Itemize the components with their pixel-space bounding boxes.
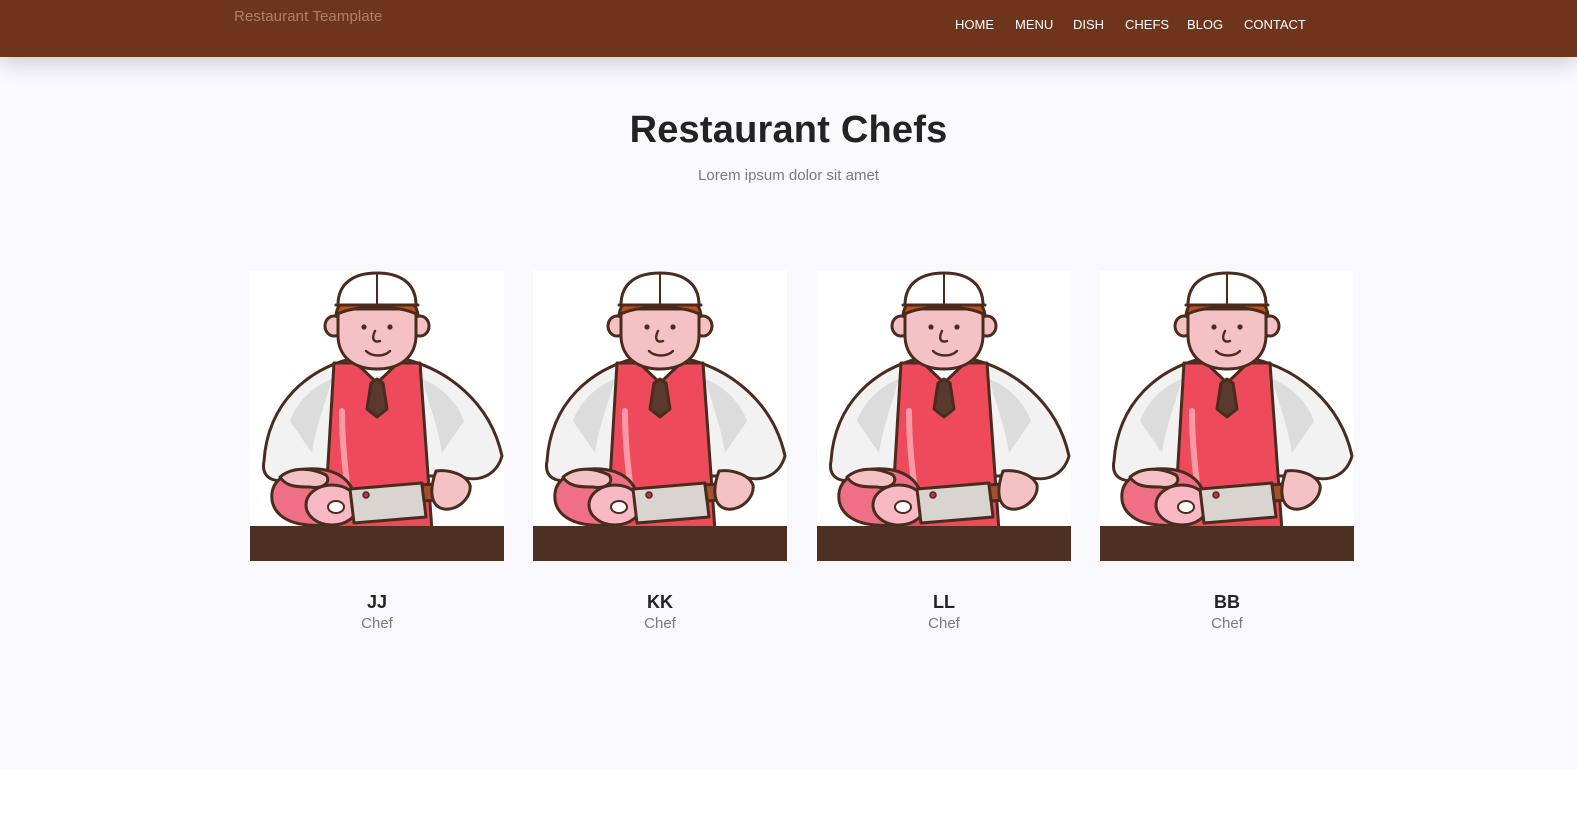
nav-menu[interactable]: MENU [1015,17,1053,32]
nav-dish[interactable]: DISH [1073,17,1104,32]
top-navbar: Restaurant Teamplate HOME MENU DISH CHEF… [0,0,1577,57]
chef-card: KK Chef [533,271,787,632]
chef-card: BB Chef [1100,271,1354,632]
nav-home[interactable]: HOME [955,17,994,32]
section-title: Restaurant Chefs [629,109,948,151]
chef-role: Chef [928,615,960,632]
chef-photo[interactable] [250,271,504,561]
nav-chefs[interactable]: CHEFS [1125,17,1169,32]
nav-blog[interactable]: BLOG [1187,17,1223,32]
chef-name: BB [1214,592,1240,612]
chefs-section: Restaurant Chefs Lorem ipsum dolor sit a… [0,57,1577,769]
chef-photo[interactable] [1100,271,1354,561]
nav-contact[interactable]: CONTACT [1244,17,1306,32]
chef-name: KK [647,592,673,612]
chef-role: Chef [1211,615,1243,632]
main-nav: HOME MENU DISH CHEFS BLOG CONTACT [0,17,1577,37]
chef-name: JJ [366,592,388,612]
chef-card: LL Chef [817,271,1071,632]
chef-role: Chef [361,615,393,632]
chef-photo[interactable] [533,271,787,561]
section-subtitle: Lorem ipsum dolor sit amet [698,167,879,184]
chef-role: Chef [644,615,676,632]
chef-name: LL [933,592,955,612]
chef-photo[interactable] [817,271,1071,561]
chef-card: JJ Chef [250,271,504,632]
